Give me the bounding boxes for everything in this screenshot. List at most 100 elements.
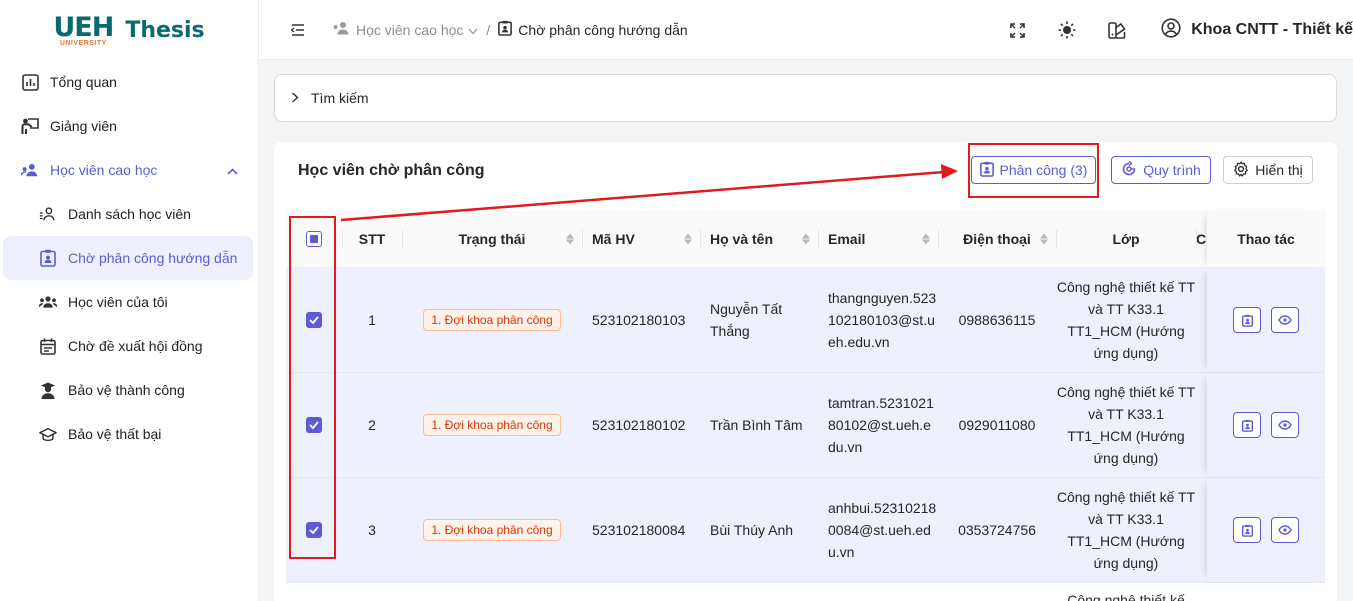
sort-icon[interactable]: [802, 233, 810, 244]
sidebar-item-awaiting-council[interactable]: Chờ đề xuất hội đồng: [0, 324, 258, 368]
row-status: 1. Đợi khoa phân công: [402, 373, 582, 477]
students-group-icon: [21, 161, 39, 179]
row-more-cell: [1196, 373, 1207, 477]
col-lop: Lớp: [1056, 210, 1196, 267]
sidebar-item-defense-failed[interactable]: Bảo vệ thất bại: [0, 412, 258, 456]
breadcrumb-current-label: Chờ phân công hướng dẫn: [518, 21, 688, 38]
breadcrumb-separator: /: [486, 21, 491, 38]
row-more-cell: [1196, 268, 1207, 372]
cap-icon: [39, 425, 57, 443]
sidebar-item-lecturers[interactable]: Giảng viên: [0, 104, 258, 148]
user-name: Khoa CNTT - Thiết kế: [1191, 21, 1353, 38]
table-header: STT Trạng thái Mã HV Họ và tên Email Điệ…: [286, 210, 1325, 268]
assign-row-button[interactable]: [1233, 517, 1261, 543]
top-header: Học viên cao học / Chờ phân công hướng d…: [259, 0, 1353, 60]
row-phone: 0353724756: [958, 522, 1036, 538]
row-email: thangnguyen.523102180103@st.ueh.edu.vn: [828, 290, 937, 350]
col-mahv-label: Mã HV: [592, 230, 635, 247]
status-badge: 1. Đợi khoa phân công: [423, 309, 561, 331]
col-email-label: Email: [828, 230, 866, 247]
sidebar-item-label: Giảng viên: [50, 118, 117, 134]
display-settings-label: Hiển thị: [1255, 162, 1303, 178]
row-name: Bùi Thúy Anh: [710, 522, 794, 538]
process-button[interactable]: Quy trình: [1111, 156, 1211, 184]
users-icon: [39, 293, 57, 311]
sidebar-item-defense-success[interactable]: Bảo vệ thành công: [0, 368, 258, 412]
dashboard-icon: [21, 73, 39, 91]
chevron-up-icon: [227, 162, 238, 178]
status-badge: 1. Đợi khoa phân công: [423, 519, 561, 541]
eye-icon: [1278, 315, 1292, 325]
status-badge: 1. Đợi khoa phân công: [423, 414, 561, 436]
sort-icon[interactable]: [566, 233, 574, 244]
assign-row-button[interactable]: [1233, 307, 1261, 333]
fullscreen-icon[interactable]: [1007, 20, 1027, 40]
row-mahv: 523102180084: [592, 522, 686, 538]
calendar-icon: [39, 337, 57, 355]
view-row-button[interactable]: [1271, 517, 1299, 543]
view-row-button[interactable]: [1271, 412, 1299, 438]
annotation-highlight-assign: [968, 143, 1099, 198]
students-table: STT Trạng thái Mã HV Họ và tên Email Điệ…: [286, 210, 1325, 601]
sidebar-item-my-students[interactable]: Học viên của tôi: [0, 280, 258, 324]
sidebar-item-label: Bảo vệ thất bại: [68, 426, 162, 442]
sidebar-item-awaiting-assignment[interactable]: Chờ phân công hướng dẫn: [3, 236, 253, 280]
col-name[interactable]: Họ và tên: [700, 210, 818, 267]
sidebar-item-label: Chờ phân công hướng dẫn: [68, 250, 238, 266]
row-stt: 1: [368, 312, 376, 328]
row-email: tamtran.523102180102@st.ueh.edu.vn: [828, 395, 934, 455]
sort-icon[interactable]: [1040, 233, 1048, 244]
col-mahv[interactable]: Mã HV: [582, 210, 700, 267]
col-phone-label: Điện thoại: [963, 230, 1031, 247]
row-lop: Công nghệ thiết kế TT và TT K33.1 TT1_HC…: [1056, 384, 1196, 466]
annotation-highlight-checkboxes: [289, 216, 336, 559]
app-logo[interactable]: UEH UNIVERSITY Thesis: [0, 0, 258, 60]
breadcrumb-parent[interactable]: Học viên cao học: [332, 21, 478, 38]
row-phone: 0988636115: [958, 312, 1036, 328]
eye-icon: [1278, 525, 1292, 535]
sidebar-item-label: Bảo vệ thành công: [68, 382, 185, 398]
chevron-right-icon: [291, 90, 299, 106]
layout-settings-icon[interactable]: [1107, 20, 1127, 40]
col-name-label: Họ và tên: [710, 230, 774, 247]
sidebar: UEH UNIVERSITY Thesis Tổng quan Giảng vi…: [0, 0, 259, 601]
table-row: Công nghệ thiết kế: [286, 583, 1325, 601]
user-menu[interactable]: Khoa CNTT - Thiết kế: [1161, 17, 1353, 43]
graduate-icon: [39, 381, 57, 399]
table-row: 3 1. Đợi khoa phân công 523102180084 Bùi…: [286, 478, 1325, 583]
row-name: Nguyễn Tất Thắng: [710, 301, 783, 339]
display-settings-button[interactable]: Hiển thị: [1223, 156, 1313, 184]
theme-sun-icon[interactable]: [1057, 20, 1077, 40]
ueh-logo-mark: UEH UNIVERSITY: [53, 14, 114, 47]
col-lop-label: Lớp: [1112, 230, 1140, 247]
table-row: 2 1. Đợi khoa phân công 523102180102 Trầ…: [286, 373, 1325, 478]
col-status[interactable]: Trạng thái: [402, 210, 582, 267]
sort-icon[interactable]: [684, 233, 692, 244]
row-mahv: 523102180102: [592, 417, 686, 433]
menu-collapse-icon[interactable]: [287, 20, 307, 40]
gear-icon: [1233, 160, 1249, 180]
col-phone[interactable]: Điện thoại: [938, 210, 1056, 267]
sidebar-item-overview[interactable]: Tổng quan: [0, 60, 258, 104]
col-more-label: C: [1196, 230, 1207, 247]
search-panel-toggle[interactable]: Tìm kiếm: [274, 74, 1337, 122]
row-lop: Công nghệ thiết kế TT và TT K33.1 TT1_HC…: [1056, 279, 1196, 361]
breadcrumb-parent-label: Học viên cao học: [356, 21, 464, 38]
row-lop: Công nghệ thiết kế: [1067, 592, 1185, 601]
assign-row-button[interactable]: [1233, 412, 1261, 438]
view-row-button[interactable]: [1271, 307, 1299, 333]
chevron-down-icon: [468, 22, 478, 38]
sidebar-item-student-list[interactable]: Danh sách học viên: [0, 192, 258, 236]
search-panel-label: Tìm kiếm: [311, 90, 369, 106]
app-name: Thesis: [125, 17, 205, 43]
row-more-cell: [1196, 478, 1207, 582]
col-email[interactable]: Email: [818, 210, 938, 267]
col-actions: Thao tác: [1207, 210, 1325, 267]
sort-icon[interactable]: [922, 233, 930, 244]
sidebar-item-graduate-students[interactable]: Học viên cao học: [0, 148, 258, 192]
clipboard-user-icon: [498, 20, 513, 39]
breadcrumb-current: Chờ phân công hướng dẫn: [498, 20, 688, 39]
breadcrumb: Học viên cao học / Chờ phân công hướng d…: [332, 20, 688, 39]
teacher-icon: [21, 117, 39, 135]
sidebar-item-label: Tổng quan: [50, 74, 117, 90]
